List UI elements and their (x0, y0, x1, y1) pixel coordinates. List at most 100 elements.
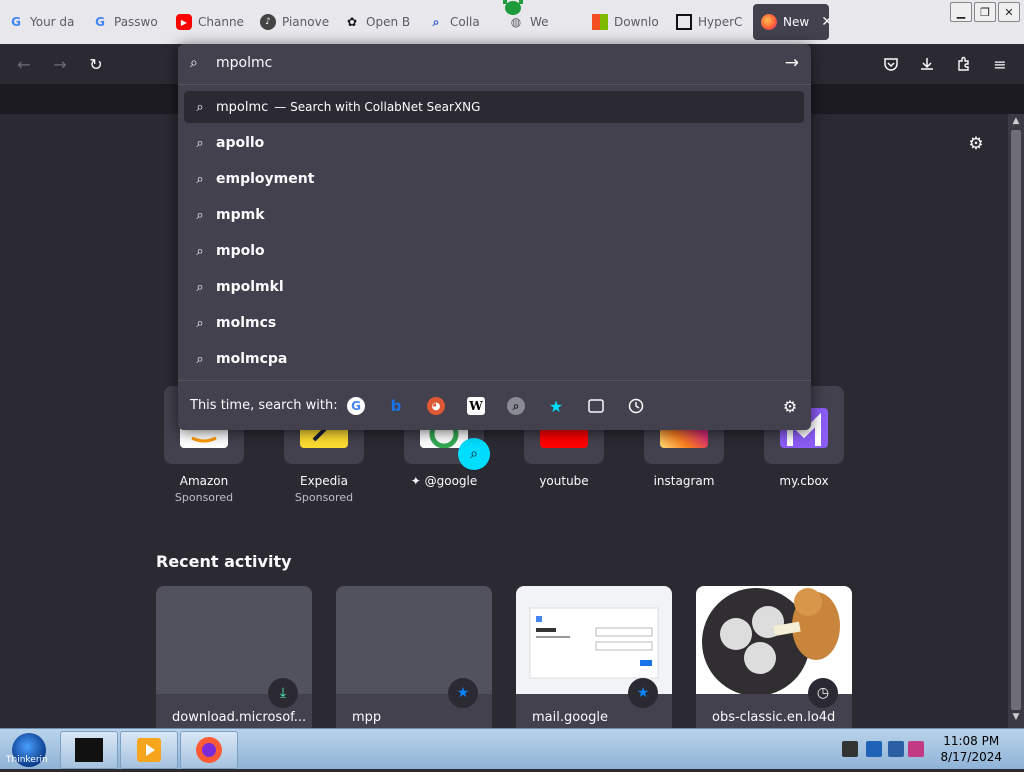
search-icon: ⌕ (196, 351, 204, 367)
urlbar-typed-text[interactable]: mpolmc (216, 55, 272, 71)
shortcut-label: instagram (653, 474, 715, 488)
display-icon[interactable] (888, 741, 904, 757)
suggestion-item[interactable]: ⌕ molmcpa (184, 343, 804, 375)
wikipedia-engine-icon[interactable]: W (467, 397, 485, 415)
page-scrollbar[interactable]: ▲ ▼ (1008, 114, 1024, 728)
scroll-up-icon[interactable]: ▲ (1008, 116, 1024, 130)
suggestion-item[interactable]: ⌕ mpolo (184, 235, 804, 267)
google-icon: G (11, 15, 21, 29)
google-icon: G (95, 15, 105, 29)
bookmarks-star-icon[interactable]: ★ (547, 397, 565, 416)
duckduckgo-engine-icon[interactable]: ◕ (427, 397, 445, 415)
recent-card-mpp[interactable]: ★ mpp (336, 586, 492, 728)
suggestion-item[interactable]: ⌕ apollo (184, 127, 804, 159)
show-hidden-icons-icon[interactable] (842, 741, 858, 757)
window-controls: ▁ ❐ ✕ (950, 2, 1020, 22)
minimize-button[interactable]: ▁ (950, 2, 972, 22)
tab-your-data[interactable]: G Your da (8, 4, 78, 40)
recent-card-obs[interactable]: ◷ obs-classic.en.lo4d (696, 586, 852, 728)
pocket-icon[interactable] (881, 54, 901, 74)
shortcut-label: Expedia (300, 474, 348, 488)
back-arrow-icon[interactable]: ← (14, 54, 34, 74)
urlbar-input[interactable]: ⌕ mpolmc → (178, 44, 811, 85)
search-icon: ⌕ (196, 279, 204, 295)
search-icon: ⌕ (196, 135, 204, 151)
card-thumbnail (696, 586, 852, 696)
tab-open[interactable]: ✿ Open B (344, 4, 414, 40)
network-icon[interactable] (866, 741, 882, 757)
taskbar-app-media-player[interactable] (120, 731, 178, 769)
microsoft-icon (592, 14, 608, 30)
suggestion-item[interactable]: ⌕ molmcs (184, 307, 804, 339)
system-tray: 11:08 PM 8/17/2024 (838, 729, 1024, 769)
tab-passwords[interactable]: G Passwo (92, 4, 162, 40)
youtube-icon: ▶ (176, 14, 192, 30)
openai-icon: ✿ (346, 15, 358, 29)
recent-activity-title: Recent activity (156, 552, 292, 571)
card-label: download.microsof... (172, 710, 307, 725)
reload-icon[interactable]: ↻ (86, 54, 106, 74)
scroll-down-icon[interactable]: ▼ (1008, 712, 1024, 726)
app-tray-icon[interactable] (908, 741, 924, 757)
shortcut-label: ✦ @google (410, 474, 478, 488)
forward-arrow-icon[interactable]: → (50, 54, 70, 74)
bing-engine-icon[interactable]: b (387, 397, 405, 415)
close-window-button[interactable]: ✕ (998, 2, 1020, 22)
scrollbar-thumb[interactable] (1011, 130, 1021, 710)
card-thumbnail (156, 586, 312, 694)
search-icon: ⌕ (196, 171, 204, 187)
start-button[interactable]: Thinkerin (4, 729, 54, 769)
card-thumbnail (516, 586, 672, 694)
clock-icon: ◷ (808, 678, 838, 708)
pianoverse-icon: ♪ (260, 14, 276, 30)
tab-download[interactable]: Downlo (592, 4, 662, 40)
search-icon: ⌕ (196, 207, 204, 223)
search-icon: ⌕ (196, 99, 204, 115)
search-icon: ⌕ (196, 243, 204, 259)
tab-channel[interactable]: ▶ Channe (176, 4, 246, 40)
history-clock-icon[interactable] (627, 397, 645, 415)
tab-collab[interactable]: ⌕ Colla (428, 4, 490, 40)
suggestion-item[interactable]: ⌕ mpmk (184, 199, 804, 231)
tab-pianoverse[interactable]: ♪ Pianove (260, 4, 330, 40)
search-icon: ⌕ (190, 55, 198, 71)
search-shortcut-icon[interactable]: ⌕ (458, 438, 490, 470)
card-label: mpp (352, 710, 382, 725)
sponsored-label: Sponsored (174, 491, 234, 504)
google-engine-icon[interactable]: G (347, 397, 365, 415)
extensions-icon[interactable] (954, 54, 974, 74)
gear-icon[interactable]: ⚙ (966, 134, 986, 154)
search-icon: ⌕ (196, 315, 204, 331)
bug-icon (503, 0, 523, 15)
shortcut-label: youtube (539, 474, 589, 488)
shortcut-label: my.cbox (779, 474, 829, 488)
taskbar-app-firefox[interactable] (180, 731, 238, 769)
tab-new-tab[interactable]: New ✕ (753, 4, 829, 40)
go-arrow-icon[interactable]: → (785, 53, 799, 73)
restore-button[interactable]: ❐ (974, 2, 996, 22)
menu-icon[interactable]: ≡ (990, 54, 1010, 74)
tabs-icon[interactable] (587, 397, 605, 415)
star-icon: ★ (628, 678, 658, 708)
suggestion-item[interactable]: ⌕ mpolmkl (184, 271, 804, 303)
museum-icon (676, 14, 692, 30)
pin-icon: ✦ (410, 474, 425, 488)
urlbar-dropdown: ⌕ mpolmc → ⌕ mpolmc — Search with Collab… (178, 44, 811, 430)
recent-card-download[interactable]: ⤓ download.microsof... (156, 586, 312, 728)
tab-hyperc[interactable]: HyperC (676, 4, 742, 40)
windows-taskbar: Thinkerin 11:08 PM 8/17/2024 (0, 728, 1024, 769)
close-icon[interactable]: ✕ (821, 14, 829, 30)
card-label: obs-classic.en.lo4d (712, 710, 836, 725)
card-thumbnail (336, 586, 492, 694)
firefox-icon (761, 14, 777, 30)
taskbar-clock[interactable]: 11:08 PM 8/17/2024 (940, 733, 1002, 765)
downloads-icon[interactable] (917, 54, 937, 74)
search-settings-gear-icon[interactable]: ⚙ (781, 397, 799, 416)
suggestion-item[interactable]: ⌕ employment (184, 163, 804, 195)
searxng-engine-icon[interactable]: ⌕ (507, 397, 525, 415)
recent-card-mail-google[interactable]: ★ mail.google (516, 586, 672, 728)
taskbar-app-terminal[interactable] (60, 731, 118, 769)
search-result-selected[interactable]: ⌕ mpolmc — Search with CollabNet SearXNG (184, 91, 804, 123)
card-label: mail.google (532, 710, 609, 725)
shortcut-label: Amazon (179, 474, 229, 488)
